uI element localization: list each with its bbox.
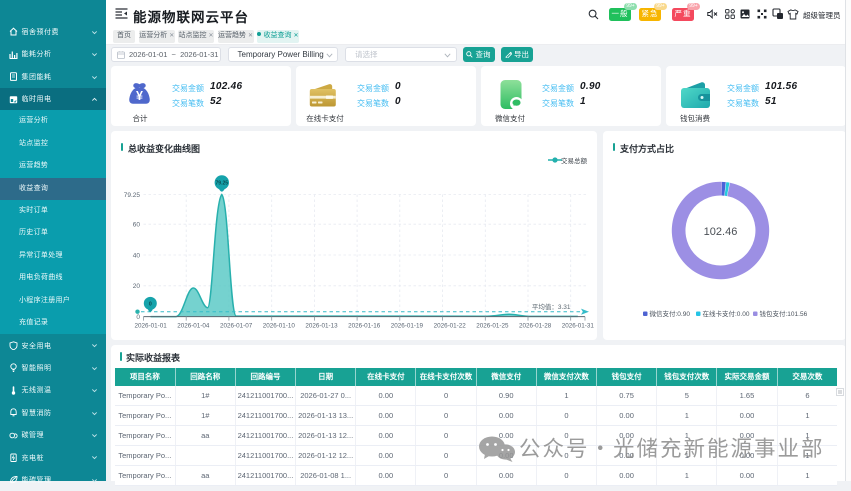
svg-text:钱包支付:101.56: 钱包支付:101.56 <box>760 309 808 318</box>
svg-text:2026-01-07: 2026-01-07 <box>220 323 253 330</box>
svg-text:60: 60 <box>133 222 141 229</box>
svg-text:102.46: 102.46 <box>704 226 738 238</box>
svg-text:平均值：3.31: 平均值：3.31 <box>532 302 571 311</box>
svg-text:2026-01-25: 2026-01-25 <box>476 323 509 330</box>
svg-text:79.25: 79.25 <box>124 192 141 199</box>
svg-text:0: 0 <box>149 301 152 307</box>
svg-text:79.25: 79.25 <box>216 180 229 186</box>
svg-text:2026-01-04: 2026-01-04 <box>177 323 210 330</box>
svg-text:微信支付:0.90: 微信支付:0.90 <box>650 309 691 318</box>
svg-text:2026-01-19: 2026-01-19 <box>391 323 424 330</box>
svg-text:¥: ¥ <box>136 89 143 103</box>
svg-text:在线卡支付:0.00: 在线卡支付:0.00 <box>703 309 750 318</box>
svg-text:40: 40 <box>133 252 141 259</box>
svg-text:2026-01-22: 2026-01-22 <box>434 323 467 330</box>
svg-text:0: 0 <box>136 314 140 321</box>
svg-text:2026-01-01: 2026-01-01 <box>134 323 167 330</box>
svg-text:2026-01-28: 2026-01-28 <box>519 323 552 330</box>
svg-text:2026-01-31: 2026-01-31 <box>562 323 595 330</box>
svg-text:20: 20 <box>133 283 141 290</box>
svg-text:2026-01-13: 2026-01-13 <box>305 323 338 330</box>
svg-text:2026-01-16: 2026-01-16 <box>348 323 381 330</box>
svg-text:2026-01-10: 2026-01-10 <box>263 323 296 330</box>
